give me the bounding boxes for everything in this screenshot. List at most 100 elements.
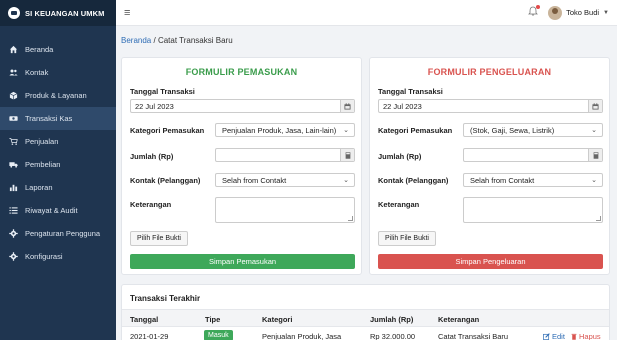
notification-dot: [536, 5, 541, 9]
cell-category: Penjualan Produk, Jasa: [262, 332, 342, 340]
sidebar-item-pengaturan-pengguna[interactable]: Pengaturan Pengguna: [0, 222, 116, 245]
sidebar-item-riwayat[interactable]: Riwayat & Audit: [0, 199, 116, 222]
expense-contact-value: Selah from Contakt: [470, 175, 535, 185]
income-category-select[interactable]: Penjualan Produk, Jasa, Lain-lain) ⌄: [215, 123, 355, 137]
sidebar-item-penjualan[interactable]: Penjualan: [0, 130, 116, 153]
sidebar-item-label: Transaksi Kas: [25, 114, 73, 123]
income-category-value: Penjualan Produk, Jasa, Lain-lain): [222, 125, 337, 135]
sidebar-nav: Beranda Kontak Produk & Layanan Transaks…: [0, 26, 116, 268]
list-icon: [9, 206, 18, 215]
sidebar-item-label: Laporan: [25, 183, 53, 192]
chevron-down-icon: ⌄: [591, 127, 597, 134]
edit-label: Edit: [552, 332, 565, 340]
column-header: Kategori: [262, 315, 293, 324]
sidebar-item-transaksi-kas[interactable]: Transaksi Kas: [0, 107, 116, 130]
sidebar-item-pembelian[interactable]: Pembelian: [0, 153, 116, 176]
app-title: SI KEUANGAN UMKM: [25, 8, 105, 18]
income-form-card: FORMULIR PEMASUKAN Tanggal Transaksi 22 …: [121, 57, 362, 275]
sidebar-item-kontak[interactable]: Kontak: [0, 61, 116, 84]
trash-icon: [571, 333, 577, 340]
breadcrumb-separator: /: [153, 36, 156, 45]
income-note-label: Keterangan: [130, 200, 172, 209]
recent-transactions-card: Transaksi Terakhir Tanggal Tipe Kategori…: [121, 284, 610, 340]
chevron-down-icon: ⌄: [591, 177, 597, 184]
income-date-value: 22 Jul 2023: [135, 101, 174, 111]
save-expense-button[interactable]: Simpan Pengeluaran: [378, 254, 603, 269]
expense-note-textarea[interactable]: [463, 197, 603, 223]
chevron-down-icon: ⌄: [343, 127, 349, 134]
user-name: Toko Budi: [566, 8, 600, 17]
delete-button[interactable]: Hapus: [571, 332, 601, 340]
user-menu[interactable]: Toko Budi ▼: [548, 5, 609, 20]
column-header: Jumlah (Rp): [370, 315, 414, 324]
expense-date-value: 22 Jul 2023: [383, 101, 422, 111]
calculator-icon: [588, 149, 602, 161]
chevron-down-icon: ⌄: [343, 177, 349, 184]
expense-category-value: (Stok, Gaji, Sewa, Listrik): [470, 125, 555, 135]
income-file-button[interactable]: Pilih File Bukti: [130, 231, 188, 246]
chevron-down-icon: ▼: [603, 9, 609, 16]
income-date-label: Tanggal Transaksi: [130, 87, 195, 96]
sidebar-item-laporan[interactable]: Laporan: [0, 176, 116, 199]
brand[interactable]: SI KEUANGAN UMKM: [0, 0, 116, 26]
box-icon: [9, 91, 18, 100]
column-header: Keterangan: [438, 315, 480, 324]
type-badge: Masuk: [204, 330, 233, 340]
income-note-textarea[interactable]: [215, 197, 355, 223]
income-category-label: Kategori Pemasukan: [130, 126, 205, 135]
breadcrumb-home-link[interactable]: Beranda: [121, 36, 151, 45]
expense-file-button[interactable]: Pilih File Bukti: [378, 231, 436, 246]
sidebar-item-produk[interactable]: Produk & Layanan: [0, 84, 116, 107]
gear-icon: [9, 229, 18, 238]
expense-note-label: Keterangan: [378, 200, 420, 209]
delete-label: Hapus: [579, 332, 601, 340]
bar-chart-icon: [9, 183, 18, 192]
sidebar-item-label: Riwayat & Audit: [25, 206, 78, 215]
edit-icon: [543, 333, 550, 340]
income-amount-input[interactable]: [215, 148, 355, 162]
avatar: [548, 5, 563, 20]
sidebar-item-label: Kontak: [25, 68, 49, 77]
sidebar-item-konfigurasi[interactable]: Konfigurasi: [0, 245, 116, 268]
expense-amount-input[interactable]: [463, 148, 603, 162]
hamburger-menu-icon[interactable]: ≡: [124, 7, 130, 19]
recent-transactions-title: Transaksi Terakhir: [130, 294, 201, 303]
expense-category-label: Kategori Pemasukan: [378, 126, 453, 135]
cash-icon: [9, 114, 18, 123]
cell-amount: Rp 32.000.00: [370, 332, 416, 340]
table-header: Tanggal Tipe Kategori Jumlah (Rp) Ketera…: [122, 309, 609, 327]
sidebar-item-label: Pembelian: [25, 160, 61, 169]
expense-contact-label: Kontak (Pelanggan): [378, 176, 449, 185]
notification-bell-icon[interactable]: [528, 5, 541, 19]
column-header: Tanggal: [130, 315, 159, 324]
expense-category-select[interactable]: (Stok, Gaji, Sewa, Listrik) ⌄: [463, 123, 603, 137]
cell-date: 2021-01-29: [130, 332, 169, 340]
expense-form-title: FORMULIR PENGELUARAN: [427, 67, 552, 77]
calculator-icon: [340, 149, 354, 161]
sidebar-item-beranda[interactable]: Beranda: [0, 38, 116, 61]
income-contact-value: Selah from Contakt: [222, 175, 287, 185]
breadcrumb: Beranda / Catat Transaksi Baru: [121, 36, 233, 45]
sidebar-item-label: Konfigurasi: [25, 252, 63, 261]
calendar-icon[interactable]: [340, 100, 354, 112]
save-income-button[interactable]: Simpan Pemasukan: [130, 254, 355, 269]
cart-icon: [9, 137, 18, 146]
topbar: ≡ Toko Budi ▼: [116, 0, 617, 26]
column-header: Tipe: [205, 315, 221, 324]
expense-form-card: FORMULIR PENGELUARAN Tanggal Transaksi 2…: [369, 57, 610, 275]
edit-button[interactable]: Edit: [543, 332, 565, 340]
expense-contact-select[interactable]: Selah from Contakt ⌄: [463, 173, 603, 187]
truck-icon: [9, 160, 18, 169]
gear-icon: [9, 252, 18, 261]
income-contact-select[interactable]: Selah from Contakt ⌄: [215, 173, 355, 187]
home-icon: [9, 45, 18, 54]
table-row[interactable]: 2021-01-29 Masuk Penjualan Produk, Jasa …: [122, 328, 609, 340]
sidebar-item-label: Beranda: [25, 45, 54, 54]
sidebar-item-label: Pengaturan Pengguna: [25, 229, 101, 238]
sidebar-item-label: Penjualan: [25, 137, 59, 146]
income-contact-label: Kontak (Pelanggan): [130, 176, 201, 185]
calendar-icon[interactable]: [588, 100, 602, 112]
expense-date-input[interactable]: 22 Jul 2023: [378, 99, 603, 113]
income-date-input[interactable]: 22 Jul 2023: [130, 99, 355, 113]
income-amount-label: Jumlah (Rp): [130, 152, 174, 161]
